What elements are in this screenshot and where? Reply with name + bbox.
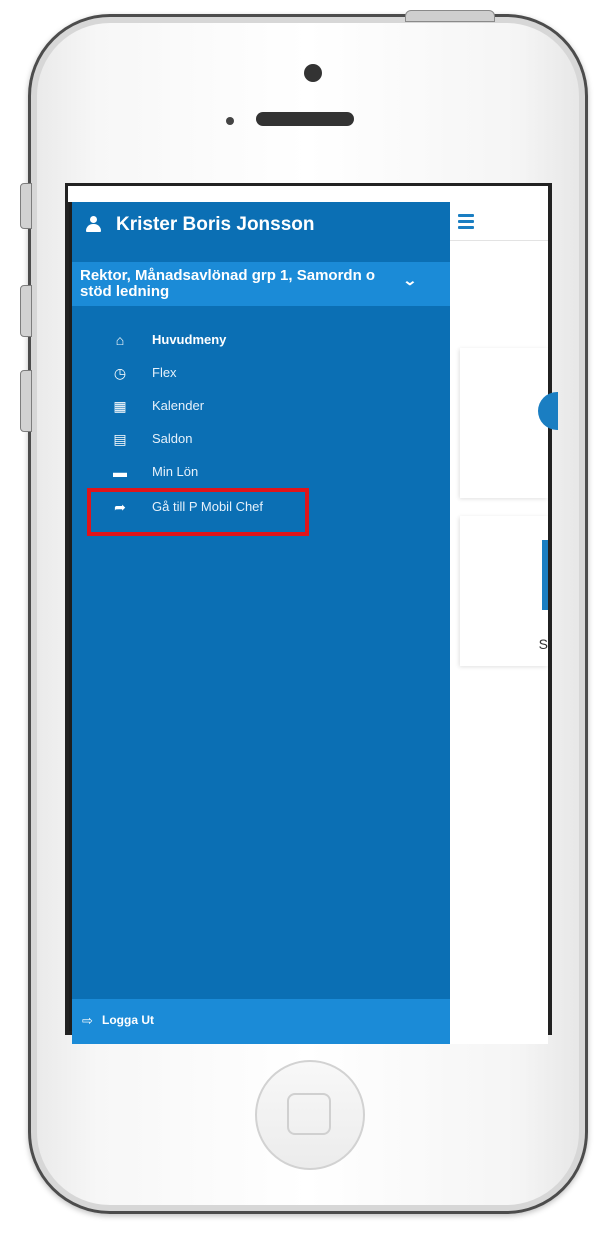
sidebar: Krister Boris Jonsson Rektor, Månadsavlö… (72, 202, 450, 1044)
sidebar-item-label: Huvudmeny (152, 332, 227, 347)
app-viewport: S Krister Boris Jonsson Rektor, Månadsav… (72, 202, 558, 1044)
home-icon: ⌂ (115, 332, 125, 348)
clock-icon: ◷ (113, 365, 127, 381)
user-header: Krister Boris Jonsson (72, 202, 450, 262)
calendar-icon: ▦ (113, 398, 127, 414)
main-topbar (450, 202, 548, 241)
front-camera (304, 64, 322, 82)
sidebar-item-label: Min Lön (152, 464, 199, 479)
sidebar-item-min-lon[interactable]: ▬ Min Lön (112, 460, 412, 488)
sidebar-item-label: Flex (152, 365, 177, 380)
volume-down-button (20, 370, 32, 432)
card-circle-graphic (538, 392, 558, 430)
user-name: Krister Boris Jonsson (116, 214, 315, 235)
document-icon: ▤ (113, 431, 127, 447)
dashboard-card[interactable] (460, 348, 558, 498)
card-text: S (538, 636, 548, 652)
sidebar-item-huvudmeny[interactable]: ⌂ Huvudmeny (112, 328, 412, 356)
sidebar-item-saldon[interactable]: ▤ Saldon (112, 427, 412, 455)
hamburger-menu-icon[interactable] (458, 214, 474, 229)
logout-button[interactable]: ⇨ Logga Ut (72, 999, 450, 1044)
card-bar-graphic (542, 540, 548, 610)
logout-label: Logga Ut (102, 1013, 154, 1027)
sidebar-item-label: Saldon (152, 431, 193, 446)
power-button (405, 10, 495, 22)
status-area (68, 186, 548, 202)
home-square-icon (287, 1093, 331, 1135)
user-icon (86, 216, 101, 232)
credit-card-icon: ▬ (113, 464, 127, 480)
role-selector[interactable]: Rektor, Månadsavlönad grp 1, Samordn o s… (72, 262, 450, 306)
sidebar-item-label: Kalender (152, 398, 205, 413)
mute-switch (20, 183, 32, 229)
dashboard-card[interactable]: S (460, 516, 548, 666)
volume-up-button (20, 285, 32, 337)
role-label: Rektor, Månadsavlönad grp 1, Samordn o s… (80, 267, 376, 300)
highlight-box (87, 488, 309, 536)
sidebar-item-kalender[interactable]: ▦ Kalender (112, 394, 412, 422)
sensor-dot (226, 117, 234, 125)
sidebar-item-flex[interactable]: ◷ Flex (112, 361, 412, 389)
earpiece-speaker (256, 112, 354, 126)
sign-out-icon: ⇨ (82, 1013, 93, 1028)
chevron-down-icon[interactable]: ⌄ (402, 272, 417, 289)
